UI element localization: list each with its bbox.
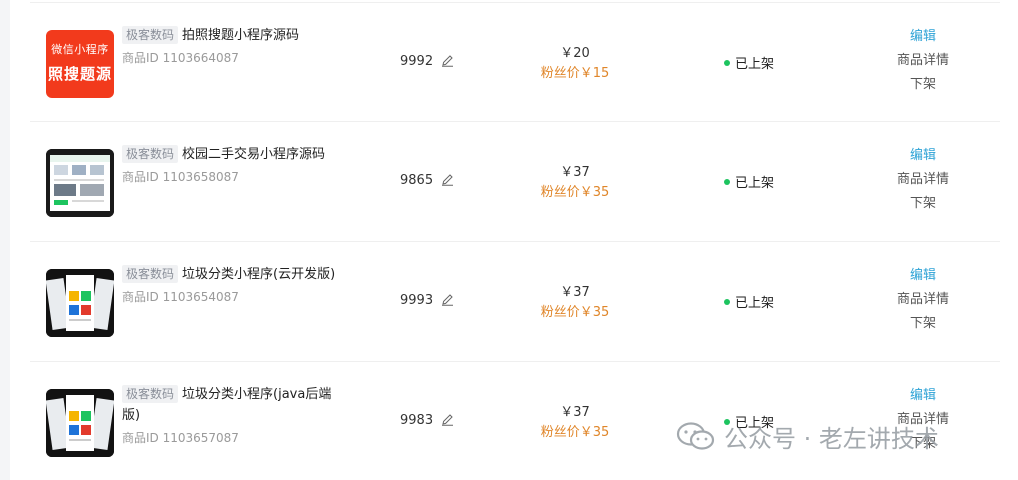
shop-tag: 极客数码 — [122, 26, 179, 44]
price-cell: ￥37 粉丝价￥35 — [510, 283, 640, 323]
thumbnail-headline: 照搜题源 — [47, 65, 112, 83]
pencil-icon[interactable] — [441, 54, 454, 71]
shop-tag: 极客数码 — [122, 145, 179, 163]
product-title-line: 极客数码 校园二手交易小程序源码 — [122, 144, 342, 165]
status-dot-icon — [724, 60, 730, 66]
stock-cell: 9992 — [400, 54, 454, 71]
product-thumbnail[interactable] — [46, 149, 114, 217]
status-dot-icon — [724, 179, 730, 185]
operations-cell: 编辑 商品详情 下架 — [878, 25, 968, 97]
off-shelf-link[interactable]: 下架 — [878, 192, 968, 216]
watermark: 公众号 · 老左讲技术 — [676, 418, 939, 454]
off-shelf-link[interactable]: 下架 — [878, 312, 968, 336]
product-row: 微信小程序 照搜题源 极客数码 拍照搜题小程序源码 商品ID 1103664087… — [30, 2, 1000, 122]
fan-price: 粉丝价￥15 — [540, 66, 610, 81]
status-text: 已上架 — [735, 296, 775, 311]
stock-cell: 9993 — [400, 293, 454, 310]
status-cell: 已上架 — [724, 292, 774, 311]
product-title[interactable]: 校园二手交易小程序源码 — [182, 147, 325, 162]
screens-image — [46, 389, 114, 457]
status-cell: 已上架 — [724, 172, 774, 191]
edit-link[interactable]: 编辑 — [878, 144, 968, 168]
product-id: 商品ID 1103654087 — [122, 290, 239, 304]
price-cell: ￥37 粉丝价￥35 — [510, 403, 640, 443]
product-list-panel: 微信小程序 照搜题源 极客数码 拍照搜题小程序源码 商品ID 1103664087… — [10, 0, 1018, 480]
stock-value: 9983 — [400, 413, 434, 428]
operations-cell: 编辑 商品详情 下架 — [878, 144, 968, 216]
pencil-icon[interactable] — [441, 173, 454, 190]
wechat-icon — [676, 422, 715, 450]
product-info: 极客数码 垃圾分类小程序(java后端版) 商品ID 1103657087 — [122, 384, 342, 447]
fan-price: 粉丝价￥35 — [540, 185, 610, 200]
product-id: 商品ID 1103658087 — [122, 170, 239, 184]
product-info: 极客数码 校园二手交易小程序源码 商品ID 1103658087 — [122, 144, 342, 186]
price-cell: ￥20 粉丝价￥15 — [510, 44, 640, 84]
product-title-line: 极客数码 垃圾分类小程序(云开发版) — [122, 264, 342, 285]
thumbnail-caption: 微信小程序 — [51, 43, 109, 56]
stock-value: 9993 — [400, 293, 434, 308]
stock-cell: 9865 — [400, 173, 454, 190]
product-detail-link[interactable]: 商品详情 — [878, 288, 968, 312]
product-id: 商品ID 1103664087 — [122, 51, 239, 65]
left-sidebar-edge — [0, 0, 10, 480]
edit-link[interactable]: 编辑 — [878, 264, 968, 288]
status-dot-icon — [724, 299, 730, 305]
price: ￥37 — [560, 285, 590, 300]
price: ￥37 — [560, 165, 590, 180]
screens-image — [46, 149, 114, 217]
price-cell: ￥37 粉丝价￥35 — [510, 163, 640, 203]
product-row: 极客数码 校园二手交易小程序源码 商品ID 1103658087 9865 ￥37… — [30, 122, 1000, 242]
edit-link[interactable]: 编辑 — [878, 25, 968, 49]
product-row: 极客数码 垃圾分类小程序(云开发版) 商品ID 1103654087 9993 ￥… — [30, 242, 1000, 362]
product-thumbnail[interactable]: 微信小程序 照搜题源 — [46, 30, 114, 98]
stock-value: 9992 — [400, 54, 434, 69]
fan-price: 粉丝价￥35 — [540, 305, 610, 320]
shop-tag: 极客数码 — [122, 265, 179, 283]
product-id: 商品ID 1103657087 — [122, 431, 239, 445]
status-cell: 已上架 — [724, 53, 774, 72]
product-title[interactable]: 拍照搜题小程序源码 — [182, 28, 299, 43]
shop-tag: 极客数码 — [122, 385, 179, 403]
edit-link[interactable]: 编辑 — [878, 384, 968, 408]
watermark-text: 公众号 · 老左讲技术 — [724, 424, 939, 453]
status-text: 已上架 — [735, 176, 775, 191]
product-title-line: 极客数码 拍照搜题小程序源码 — [122, 25, 342, 46]
stock-cell: 9983 — [400, 413, 454, 430]
operations-cell: 编辑 商品详情 下架 — [878, 264, 968, 336]
product-title[interactable]: 垃圾分类小程序(云开发版) — [182, 267, 335, 282]
product-info: 极客数码 垃圾分类小程序(云开发版) 商品ID 1103654087 — [122, 264, 342, 306]
product-title-line: 极客数码 垃圾分类小程序(java后端版) — [122, 384, 342, 426]
fan-price: 粉丝价￥35 — [540, 425, 610, 440]
product-detail-link[interactable]: 商品详情 — [878, 49, 968, 73]
screens-image — [46, 269, 114, 337]
product-info: 极客数码 拍照搜题小程序源码 商品ID 1103664087 — [122, 25, 342, 67]
status-text: 已上架 — [735, 57, 775, 72]
off-shelf-link[interactable]: 下架 — [878, 73, 968, 97]
pencil-icon[interactable] — [441, 293, 454, 310]
price: ￥20 — [560, 46, 590, 61]
product-thumbnail[interactable] — [46, 269, 114, 337]
stock-value: 9865 — [400, 173, 434, 188]
product-detail-link[interactable]: 商品详情 — [878, 168, 968, 192]
pencil-icon[interactable] — [441, 413, 454, 430]
price: ￥37 — [560, 405, 590, 420]
product-thumbnail[interactable] — [46, 389, 114, 457]
